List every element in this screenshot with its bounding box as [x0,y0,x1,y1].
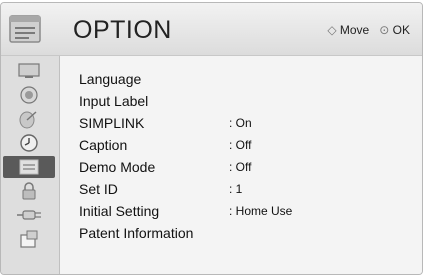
menu-item-value: : Off [229,160,252,174]
input-icon [17,210,41,220]
sidebar-item-option[interactable] [3,156,55,178]
menu-item-label: Set ID [79,181,118,197]
audio-icon [20,86,38,104]
menu-item-value: : Off [229,138,252,152]
four-way-arrow-icon: ◇ [327,23,337,37]
hint-ok-label: OK [392,23,410,37]
menu-content: Language Input Label SIMPLINK : On Capti… [60,56,422,274]
picture-icon [18,63,40,78]
menu-item-label: SIMPLINK [79,115,145,131]
menu-item-label: Language [79,71,142,87]
menu-item-input-label[interactable]: Input Label [79,93,419,113]
menu-item-value: : Home Use [229,204,293,218]
channel-icon [19,111,37,129]
hint-move-label: Move [339,23,370,37]
menu-item-demo-mode[interactable]: Demo Mode : Off [79,159,419,179]
sidebar-item-channel[interactable] [3,108,55,130]
time-icon [20,134,38,152]
menu-item-label: Demo Mode [79,159,156,175]
menu-item-patent-information[interactable]: Patent Information [79,225,419,245]
sidebar-item-audio[interactable] [3,84,55,106]
menu-item-label: Patent Information [79,225,194,241]
menu-item-label: Caption [79,137,128,153]
option-icon [9,15,41,43]
ok-button-icon: ⊙ [379,23,390,37]
menu-item-label: Input Label [79,93,149,109]
menu-item-caption[interactable]: Caption : Off [79,137,419,157]
menu-header: OPTION ◇ Move ⊙ OK [1,3,422,56]
menu-item-set-id[interactable]: Set ID : 1 [79,181,419,201]
sidebar-item-input[interactable] [3,204,55,226]
navigation-hint: ◇ Move ⊙ OK [327,23,410,37]
sidebar-item-picture[interactable] [3,60,55,82]
page-title: OPTION [73,16,172,44]
sidebar-item-usb[interactable] [3,228,55,250]
menu-item-initial-setting[interactable]: Initial Setting : Home Use [79,203,419,223]
sidebar-item-lock[interactable] [3,180,55,202]
menu-item-label: Initial Setting [79,203,160,219]
sidebar-item-time[interactable] [3,132,55,154]
usb-icon [20,230,38,248]
menu-item-value: : 1 [229,182,243,196]
menu-item-value: : On [229,116,252,130]
option-menu-window: OPTION ◇ Move ⊙ OK Language Input Label … [0,2,423,275]
menu-item-language[interactable]: Language [79,71,419,91]
option-icon [19,159,39,175]
category-sidebar [1,56,60,274]
menu-item-simplink[interactable]: SIMPLINK : On [79,115,419,135]
lock-icon [22,182,36,200]
